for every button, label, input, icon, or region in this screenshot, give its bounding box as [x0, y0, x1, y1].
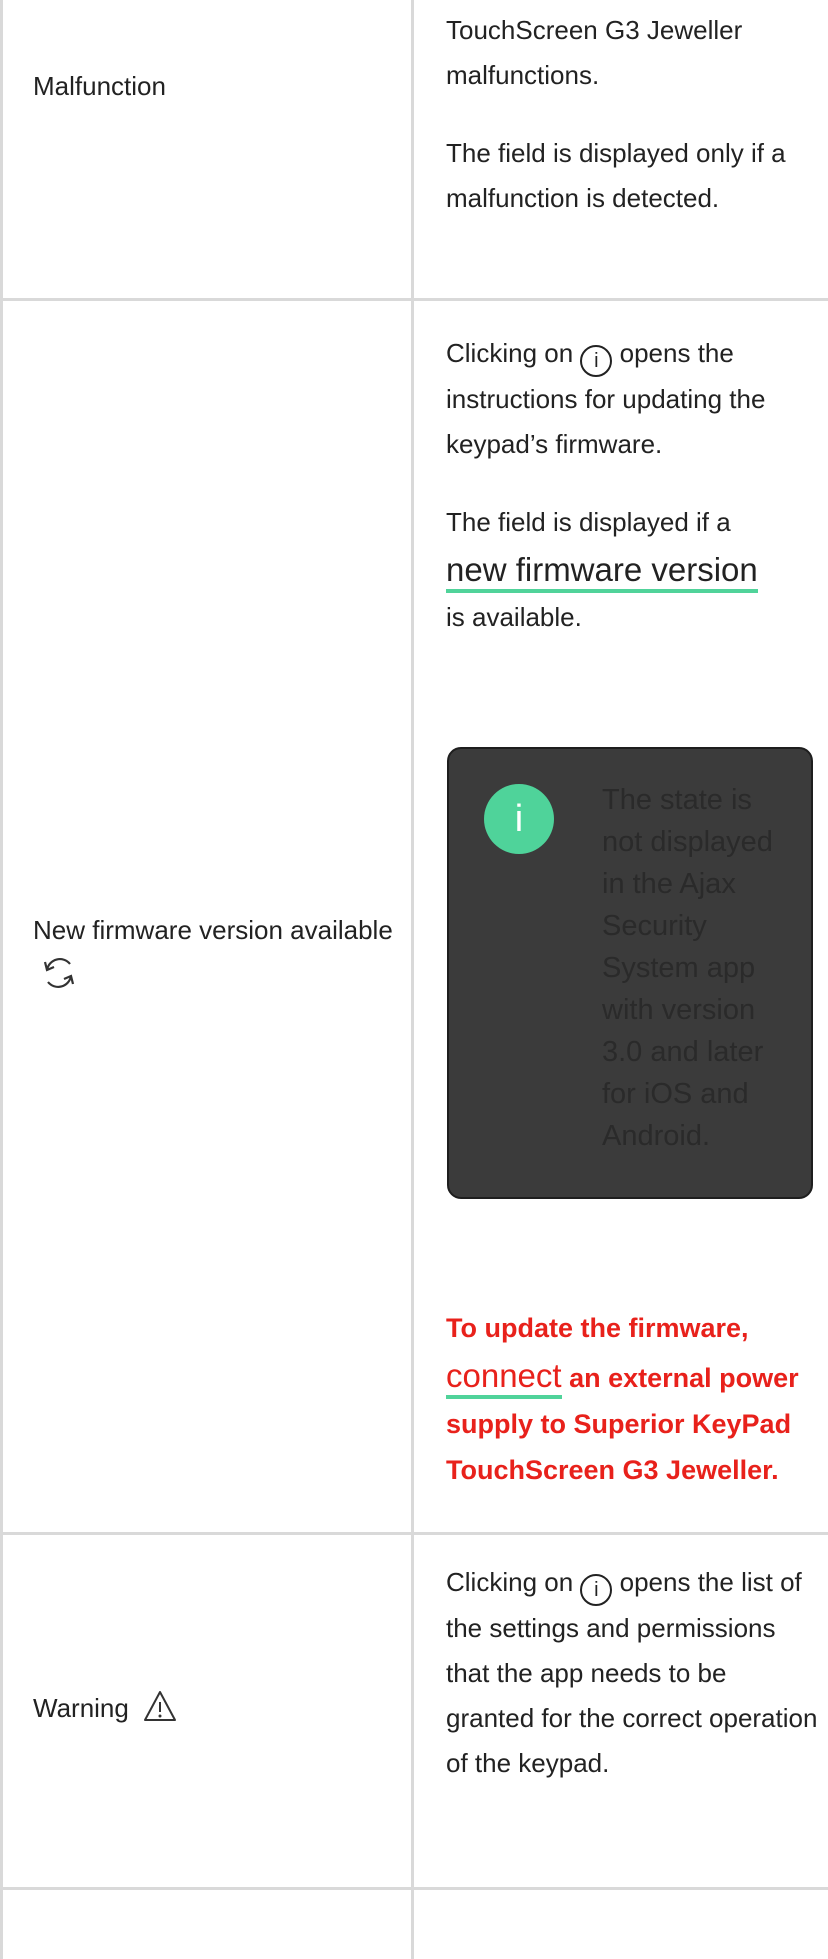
info-note-box: i The state is not displayed in the Ajax… — [447, 747, 813, 1199]
warning-icon — [142, 1689, 178, 1737]
row-label-firmware: New firmware version available — [33, 908, 413, 1007]
firmware-warning-text: To update the firmware, connect an exter… — [446, 1305, 826, 1493]
warning-before: To update the firmware, — [446, 1313, 749, 1343]
refresh-icon — [39, 953, 79, 1007]
warning-clicking-on: Clicking on — [446, 1567, 574, 1597]
row-divider — [0, 1887, 828, 1890]
row-label-malfunction: Malfunction — [33, 64, 413, 109]
connect-link[interactable]: connect — [446, 1357, 562, 1399]
firmware-availability-text: The field is displayed if a new firmware… — [446, 500, 821, 640]
row-divider — [0, 298, 828, 301]
row-label-warning: Warning — [33, 1686, 413, 1737]
malfunction-description: TouchScreen G3 Jeweller malfunctions. — [446, 15, 743, 90]
firmware-clicking-on: Clicking on — [446, 338, 574, 368]
info-icon: i — [484, 784, 554, 854]
info-circle-icon: i — [580, 1574, 613, 1606]
row-description-warning: Clicking on i opens the list of the sett… — [446, 1560, 821, 1786]
firmware-is-available: is available. — [446, 602, 582, 632]
row-description-firmware: Clicking on i opens the instructions for… — [446, 331, 821, 640]
row-description-malfunction: TouchScreen G3 Jeweller malfunctions. Th… — [446, 8, 821, 221]
info-circle-icon: i — [580, 345, 613, 377]
table-border-left — [0, 0, 3, 1959]
firmware-label: New firmware version available — [33, 915, 393, 945]
warning-opens-text: opens the list of the settings and permi… — [446, 1567, 818, 1778]
warning-description: Clicking on i opens the list of the sett… — [446, 1560, 821, 1786]
row-divider — [0, 1532, 828, 1535]
malfunction-display-note: The field is displayed only if a malfunc… — [446, 138, 786, 213]
new-firmware-version-link[interactable]: new firmware version — [446, 551, 758, 593]
info-note-text: The state is not displayed in the Ajax S… — [602, 784, 773, 1152]
firmware-displayed-if: The field is displayed if a — [446, 507, 731, 537]
firmware-instructions-text: Clicking on i opens the instructions for… — [446, 331, 821, 467]
warning-label: Warning — [33, 1693, 129, 1723]
malfunction-label: Malfunction — [33, 71, 166, 101]
